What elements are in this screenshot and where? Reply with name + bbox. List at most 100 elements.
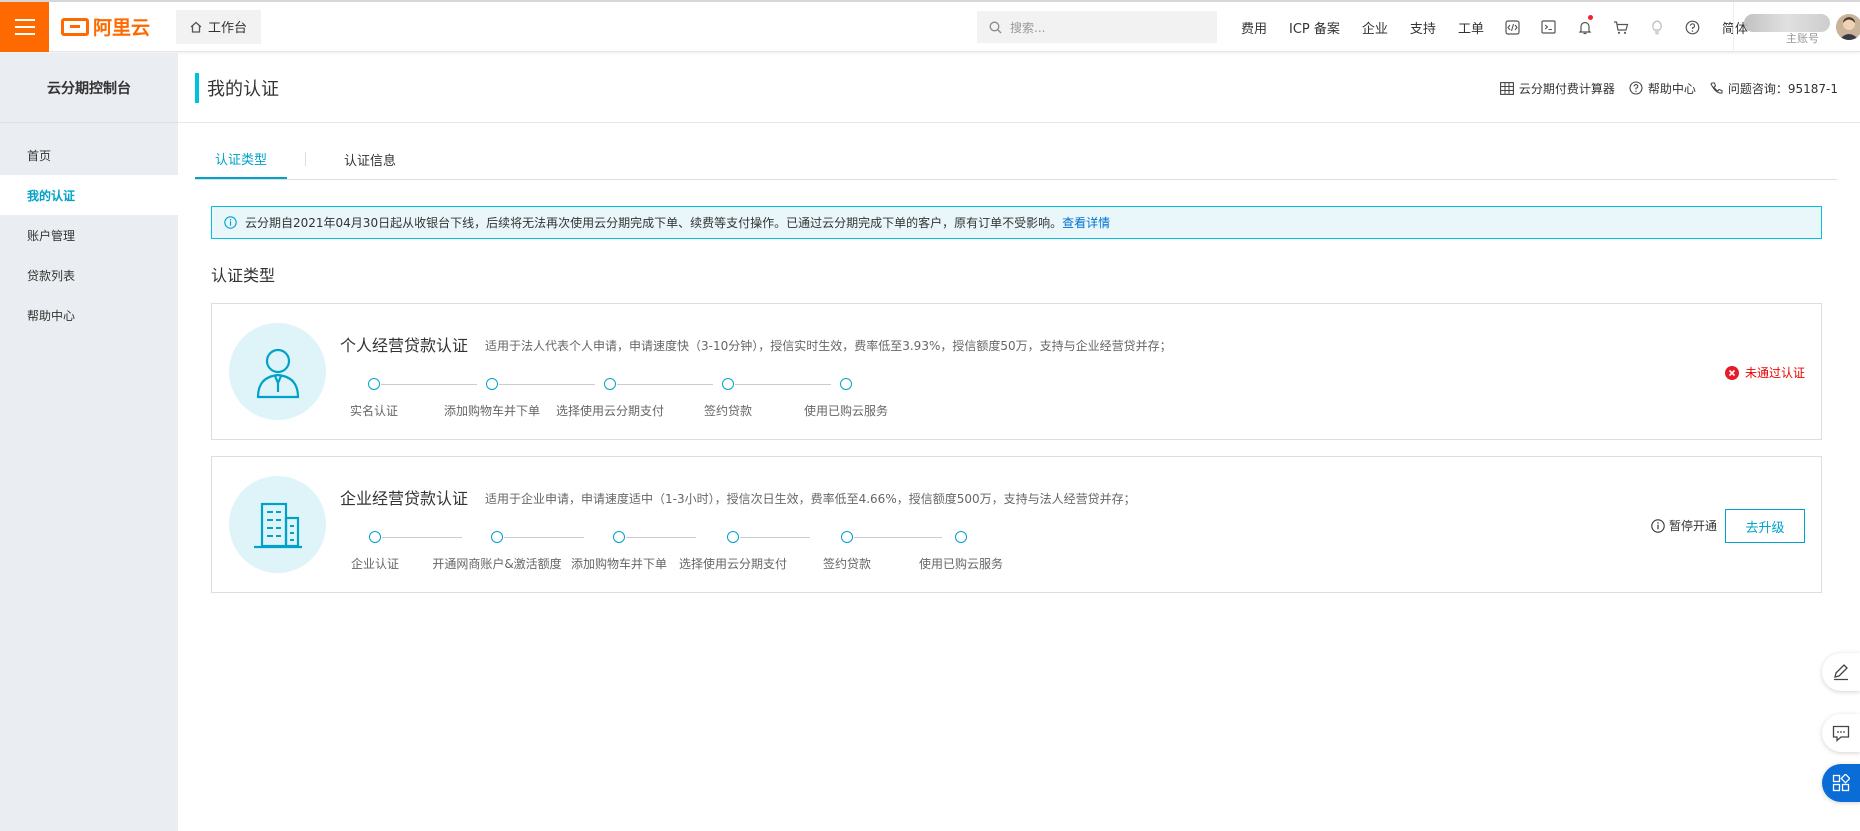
apps-button[interactable] [1822,764,1860,802]
info-circle-icon [1651,518,1665,533]
nav-enterprise[interactable]: 企业 [1351,18,1399,37]
step-connector [735,384,831,385]
sidebar: 云分期控制台 首页 我的认证 账户管理 贷款列表 帮助中心 [0,53,178,831]
step-connector [626,537,696,538]
nav-ticket[interactable]: 工单 [1447,18,1495,37]
nav-billing[interactable]: 费用 [1230,18,1278,37]
sidebar-item-loan-list[interactable]: 贷款列表 [0,255,178,295]
sidebar-title: 云分期控制台 [0,53,178,123]
page-header: 我的认证 云分期付费计算器 帮助中心 问题咨询：95187-1 [178,53,1860,123]
code-icon[interactable] [1495,2,1531,52]
step-label: 实名认证 [349,404,399,418]
nav-icp[interactable]: ICP 备案 [1278,18,1351,37]
step-dot [613,531,625,543]
chat-bubble-icon [1832,725,1850,742]
step-dot [369,531,381,543]
menu-icon [14,18,35,35]
lightbulb-icon[interactable] [1639,2,1675,52]
terminal-icon[interactable] [1531,2,1567,52]
card-title: 个人经营贷款认证 [340,336,469,355]
notice-details-link[interactable]: 查看详情 [1062,216,1110,230]
personal-loan-certification-card: 个人经营贷款认证 适用于法人代表个人申请，申请速度快（3-10分钟），授信实时生… [211,303,1822,440]
step-label: 添加购物车并下单 [570,557,668,571]
header-links: 云分期付费计算器 帮助中心 问题咨询：95187-1 [1499,53,1838,123]
step-label: 选择使用云分期支付 [678,557,788,571]
search-input[interactable]: 搜索... [977,11,1217,43]
hotline-label: 问题咨询：95187-1 [1727,81,1838,96]
account-menu[interactable]: 主账号 [1733,2,1860,52]
tab-certification-info[interactable]: 认证信息 [324,139,416,179]
edit-icon [1834,664,1848,681]
card-description: 适用于企业申请，申请速度适中（1-3小时），授信次日生效，费率低至4.66%，授… [485,492,1136,506]
top-navigation-bar: 阿里云 工作台 搜索... 费用 ICP 备案 企业 支持 工单 简体 主账号 [0,1,1860,52]
certification-tabs: 认证类型 认证信息 [195,140,1837,180]
nav-support[interactable]: 支持 [1399,18,1447,37]
step-connector [504,537,584,538]
calculator-grid-icon [1499,81,1514,95]
status-badge: 暂停开通 [1651,517,1717,534]
person-icon [229,323,326,420]
feedback-edit-button[interactable] [1822,653,1860,691]
step-dot [840,378,852,390]
logo-text: 阿里云 [93,17,151,39]
workbench-label: 工作台 [208,21,248,36]
step-label: 企业认证 [350,557,400,571]
aliyun-logo-icon [61,17,89,36]
step-label: 签约贷款 [822,557,872,571]
notice-text: 云分期自2021年04月30日起从收银台下线，后续将无法再次使用云分期完成下单、… [245,216,1063,230]
step-dot [491,531,503,543]
step-label: 选择使用云分期支付 [555,404,665,418]
building-icon [229,476,326,573]
upgrade-button[interactable]: 去升级 [1725,509,1805,543]
step-connector [617,384,713,385]
error-circle-icon [1724,365,1739,380]
workbench-button[interactable]: 工作台 [176,9,262,44]
step-connector [740,537,810,538]
phone-icon [1710,82,1723,94]
step-dot [486,378,498,390]
info-icon [224,216,237,229]
tab-divider [305,152,307,166]
home-icon [190,21,202,33]
notification-dot [1587,15,1593,20]
step-dot [727,531,739,543]
aliyun-logo[interactable]: 阿里云 [61,13,150,40]
card-description: 适用于法人代表个人申请，申请速度快（3-10分钟），授信实时生效，费率低至3.9… [485,339,1172,353]
hamburger-menu-button[interactable] [0,1,49,52]
step-label: 开通网商账户&激活额度 [432,557,562,571]
step-dot [604,378,616,390]
step-label: 使用已购云服务 [918,557,1004,571]
chat-button[interactable] [1822,714,1860,752]
help-center-link[interactable]: 帮助中心 [1629,80,1696,97]
sidebar-item-home[interactable]: 首页 [0,135,178,175]
section-title: 认证类型 [211,266,276,285]
search-icon [989,21,1002,33]
bell-icon[interactable] [1567,2,1603,52]
sidebar-item-my-certification[interactable]: 我的认证 [0,175,178,215]
step-dot [368,378,380,390]
step-connector [381,384,477,385]
step-dot [841,531,853,543]
avatar[interactable] [1836,14,1860,40]
step-connector [499,384,595,385]
sidebar-item-account-management[interactable]: 账户管理 [0,215,178,255]
tab-certification-type[interactable]: 认证类型 [195,139,288,179]
enterprise-loan-certification-card: 企业经营贷款认证 适用于企业申请，申请速度适中（1-3小时），授信次日生效，费率… [211,456,1822,593]
cart-icon[interactable] [1603,2,1639,52]
help-circle-icon[interactable] [1675,2,1711,52]
step-connector [382,537,462,538]
apps-grid-icon [1832,774,1850,792]
step-dot [955,531,967,543]
sidebar-item-help-center[interactable]: 帮助中心 [0,295,178,335]
account-type-label: 主账号 [1786,32,1819,45]
step-connector [854,537,942,538]
help-center-link-label: 帮助中心 [1647,81,1696,96]
card-title: 企业经营贷款认证 [340,489,469,508]
status-badge: 未通过认证 [1724,364,1805,381]
hotline-link[interactable]: 问题咨询：95187-1 [1710,80,1838,97]
search-placeholder: 搜索... [1010,20,1046,35]
page-title: 我的认证 [207,78,279,100]
title-accent-bar [195,72,199,103]
calculator-link-label: 云分期付费计算器 [1518,81,1615,96]
calculator-link[interactable]: 云分期付费计算器 [1499,80,1615,97]
